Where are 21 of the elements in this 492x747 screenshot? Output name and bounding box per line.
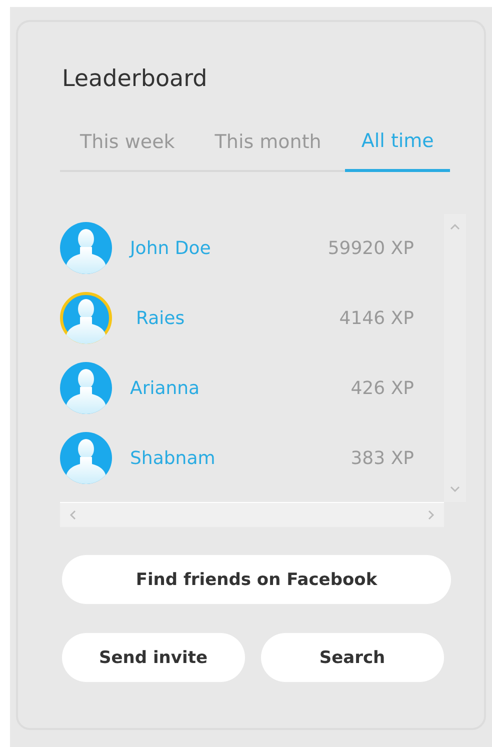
player-name[interactable]: Shabnam: [130, 448, 351, 468]
scroll-down-icon[interactable]: [450, 484, 460, 494]
xp-score: 426 XP: [350, 378, 414, 398]
period-tab[interactable]: This week: [60, 126, 191, 172]
player-name[interactable]: John Doe: [130, 238, 328, 258]
scroll-left-icon[interactable]: [68, 510, 78, 520]
scroll-right-icon[interactable]: [426, 510, 436, 520]
player-name[interactable]: Arianna: [130, 378, 351, 398]
vertical-scrollbar[interactable]: [444, 214, 466, 502]
leaderboard-title: Leaderboard: [62, 66, 208, 92]
facebook-button[interactable]: Find friends on Facebook: [62, 555, 451, 604]
period-tab[interactable]: All time: [345, 126, 450, 172]
xp-score: 59920 XP: [328, 238, 414, 258]
player-name[interactable]: Raies: [136, 308, 340, 328]
xp-score: 4146 XP: [339, 308, 414, 328]
horizontal-scrollbar[interactable]: [60, 502, 444, 527]
xp-score: 383 XP: [350, 448, 414, 468]
scroll-up-icon[interactable]: [450, 222, 460, 232]
invite-button[interactable]: Send invite: [62, 633, 245, 682]
search-button[interactable]: Search: [260, 633, 444, 682]
period-tab[interactable]: This month: [198, 126, 338, 172]
